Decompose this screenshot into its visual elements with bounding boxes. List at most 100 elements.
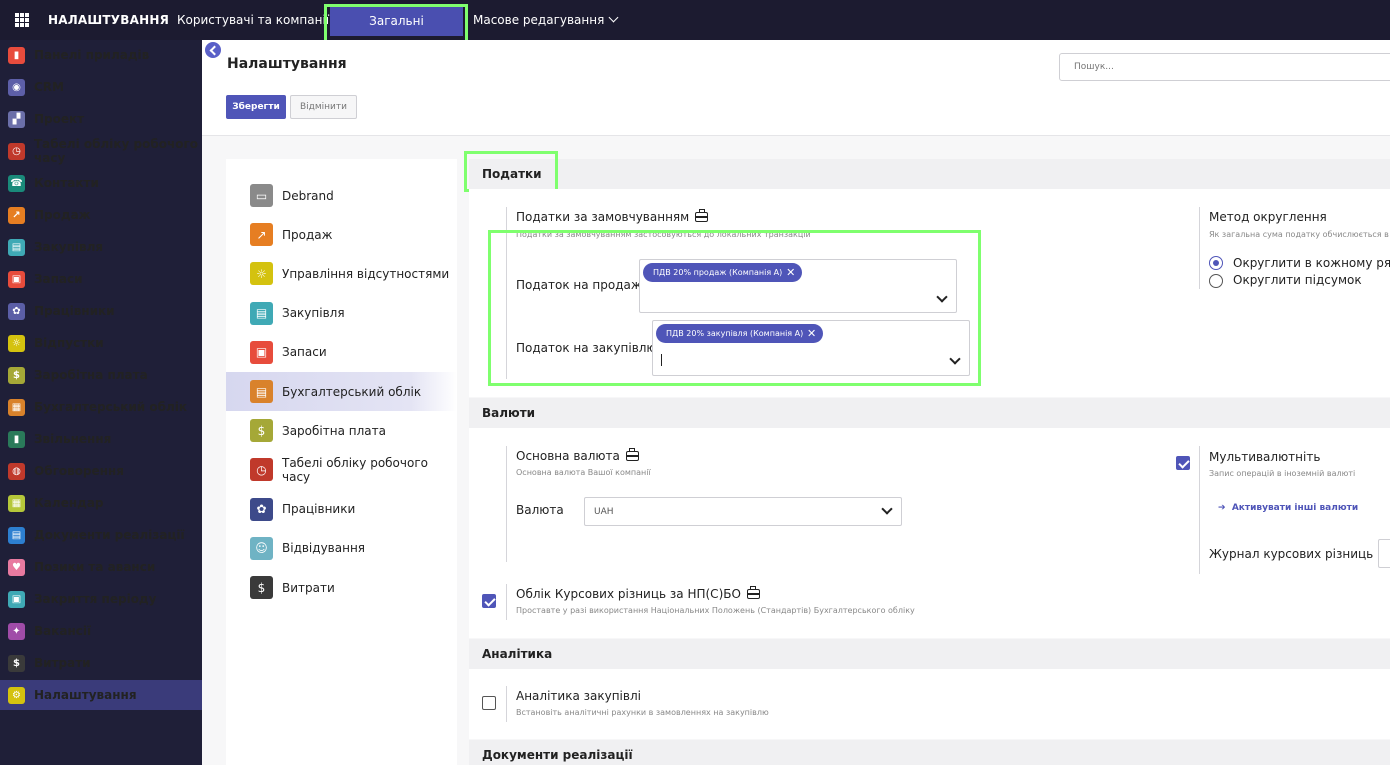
- settings-app-item[interactable]: ◷ Табелі обліку робочого часу: [226, 450, 457, 489]
- settings-app-item[interactable]: ▣ Запаси: [226, 333, 457, 372]
- divider: [506, 686, 507, 722]
- exchange-accounting-label: Облік Курсових різниць за НП(С)БО: [516, 586, 760, 601]
- divider: [506, 446, 507, 562]
- settings-app-label: Закупівля: [282, 306, 345, 321]
- app-icon: ▤: [8, 238, 25, 256]
- save-button[interactable]: Зберегти: [226, 95, 286, 119]
- sidebar-item[interactable]: $ Заробітна плата: [0, 360, 202, 390]
- settings-app-item[interactable]: ▤ Бухгалтерський облік: [226, 372, 457, 411]
- exchange-accounting-desc: Проставте у разі використання Національн…: [516, 606, 915, 615]
- app-icon: ▤: [250, 380, 273, 403]
- settings-app-item[interactable]: ▤ Закупівля: [226, 294, 457, 333]
- briefcase-icon: [695, 209, 709, 222]
- settings-app-item[interactable]: ↗ Продаж: [226, 215, 457, 254]
- sidebar-item[interactable]: ▦ Календар: [0, 488, 202, 518]
- sidebar-item-label: Бухгалтерський облік: [34, 400, 188, 414]
- purchase-analytics-label: Аналітика закупівлі: [516, 689, 641, 703]
- activate-currencies-link[interactable]: ➔ Активувати інші валюти: [1218, 503, 1358, 513]
- sidebar-item-label: Вакансії: [34, 624, 92, 638]
- collapse-sidebar-icon[interactable]: [205, 42, 221, 58]
- settings-app-item[interactable]: ☼ Управління відсутностями: [226, 254, 457, 293]
- settings-app-item[interactable]: ▭ Debrand: [226, 176, 457, 215]
- sidebar-item[interactable]: ▮ Панелі приладів: [0, 40, 202, 70]
- multicurrency-checkbox[interactable]: [1176, 456, 1190, 470]
- app-icon: ✿: [8, 302, 25, 320]
- settings-app-label: Табелі обліку робочого часу: [282, 455, 428, 484]
- app-icon: ☼: [8, 334, 25, 352]
- sidebar-item[interactable]: ▤ Документи реалізації: [0, 520, 202, 550]
- sidebar-item[interactable]: ▣ Закриття періоду: [0, 584, 202, 614]
- sidebar-item-label: Закупівля: [34, 240, 104, 254]
- sidebar-item[interactable]: ♥ Позики та аванси: [0, 552, 202, 582]
- settings-app-item[interactable]: ✿ Працівники: [226, 490, 457, 529]
- app-icon: ▮: [8, 46, 25, 64]
- section-analytics-header: Аналітика: [469, 639, 1390, 669]
- exchange-accounting-checkbox[interactable]: [482, 594, 496, 608]
- sidebar-item[interactable]: ◷ Табелі обліку робочого часу: [0, 136, 202, 166]
- round-per-line-radio[interactable]: [1209, 256, 1223, 270]
- menu-users-companies[interactable]: Користувачі та компанії: [177, 0, 344, 40]
- sidebar-item[interactable]: ▣ Запаси: [0, 264, 202, 294]
- app-icon: ✦: [8, 622, 25, 640]
- sidebar-item[interactable]: $ Витрати: [0, 648, 202, 678]
- apps-grid-icon[interactable]: [15, 13, 29, 27]
- sidebar-item-label: Витрати: [34, 656, 91, 670]
- top-bar: НАЛАШТУВАННЯ Користувачі та компанії Заг…: [0, 0, 1390, 58]
- divider: [506, 584, 507, 620]
- exchange-journal-field[interactable]: [1378, 539, 1390, 568]
- settings-app-label: Управління відсутностями: [282, 266, 450, 281]
- app-icon: ▣: [8, 590, 25, 608]
- sidebar-item[interactable]: ◍ Обговорення: [0, 456, 202, 486]
- sidebar-item-label: Календар: [34, 496, 104, 510]
- app-icon: ▤: [250, 301, 273, 325]
- sidebar-item[interactable]: ▮ Звільнення: [0, 424, 202, 454]
- chevron-down-icon[interactable]: [881, 503, 893, 515]
- app-icon: ▦: [8, 494, 25, 512]
- briefcase-icon: [625, 448, 639, 461]
- app-brand: НАЛАШТУВАННЯ: [48, 13, 170, 27]
- divider: [1199, 207, 1200, 289]
- sidebar-item[interactable]: ☼ Відпустки: [0, 328, 202, 358]
- sidebar-item-label: Працівники: [34, 304, 115, 318]
- sidebar-item-label: Заробітна плата: [34, 368, 148, 382]
- settings-app-item[interactable]: ☺ Відвідування: [226, 529, 457, 568]
- main-currency-label: Основна валюта: [516, 448, 639, 463]
- sidebar-item-label: Відпустки: [34, 336, 104, 350]
- menu-mass-edit[interactable]: Масове редагування: [473, 0, 619, 40]
- purchase-analytics-checkbox[interactable]: [482, 696, 496, 710]
- multicurrency-desc: Запис операцій в іноземній валюті: [1209, 469, 1356, 478]
- purchase-analytics-desc: Встановіть аналітичні рахунки в замовлен…: [516, 708, 769, 717]
- app-icon: ☎: [8, 174, 25, 192]
- sidebar-item[interactable]: ✦ Вакансії: [0, 616, 202, 646]
- sidebar-item-label: Табелі обліку робочого часу: [34, 137, 199, 165]
- page-title: Налаштування: [227, 56, 347, 72]
- sidebar-item[interactable]: ⚙ Налаштування: [0, 680, 202, 710]
- arrow-right-icon: ➔: [1218, 503, 1226, 513]
- settings-app-item[interactable]: $ Витрати: [226, 568, 457, 607]
- app-icon: ▣: [8, 270, 25, 288]
- search-input[interactable]: [1059, 53, 1390, 81]
- sidebar-item-label: Запаси: [34, 272, 83, 286]
- app-icon: ♥: [8, 558, 25, 576]
- highlight-general-settings: [324, 4, 468, 44]
- section-taxes-header: Податки: [469, 159, 1390, 189]
- sidebar-item-label: Панелі приладів: [34, 48, 150, 62]
- sidebar-item[interactable]: ▤ Закупівля: [0, 232, 202, 262]
- sidebar-item[interactable]: ☎ Контакти: [0, 168, 202, 198]
- settings-app-label: Запаси: [282, 345, 327, 360]
- sidebar-item[interactable]: ▦ Бухгалтерський облік: [0, 392, 202, 422]
- briefcase-icon: [746, 586, 760, 599]
- sidebar-item-label: Обговорення: [34, 464, 124, 478]
- settings-app-item[interactable]: $ Заробітна плата: [226, 411, 457, 450]
- chevron-down-icon: [608, 12, 619, 23]
- currency-select[interactable]: UAH: [584, 497, 902, 526]
- cancel-button[interactable]: Відмінити: [290, 95, 357, 119]
- app-icon: ↗: [250, 223, 273, 247]
- app-icon: ◷: [8, 142, 25, 160]
- app-icon: ☺: [250, 536, 273, 560]
- sidebar-item[interactable]: ↗ Продаж: [0, 200, 202, 230]
- sidebar-item[interactable]: ◉ CRM: [0, 72, 202, 102]
- sidebar-item[interactable]: ✿ Працівники: [0, 296, 202, 326]
- sidebar-item[interactable]: ▞ Проект: [0, 104, 202, 134]
- round-total-radio[interactable]: [1209, 274, 1223, 288]
